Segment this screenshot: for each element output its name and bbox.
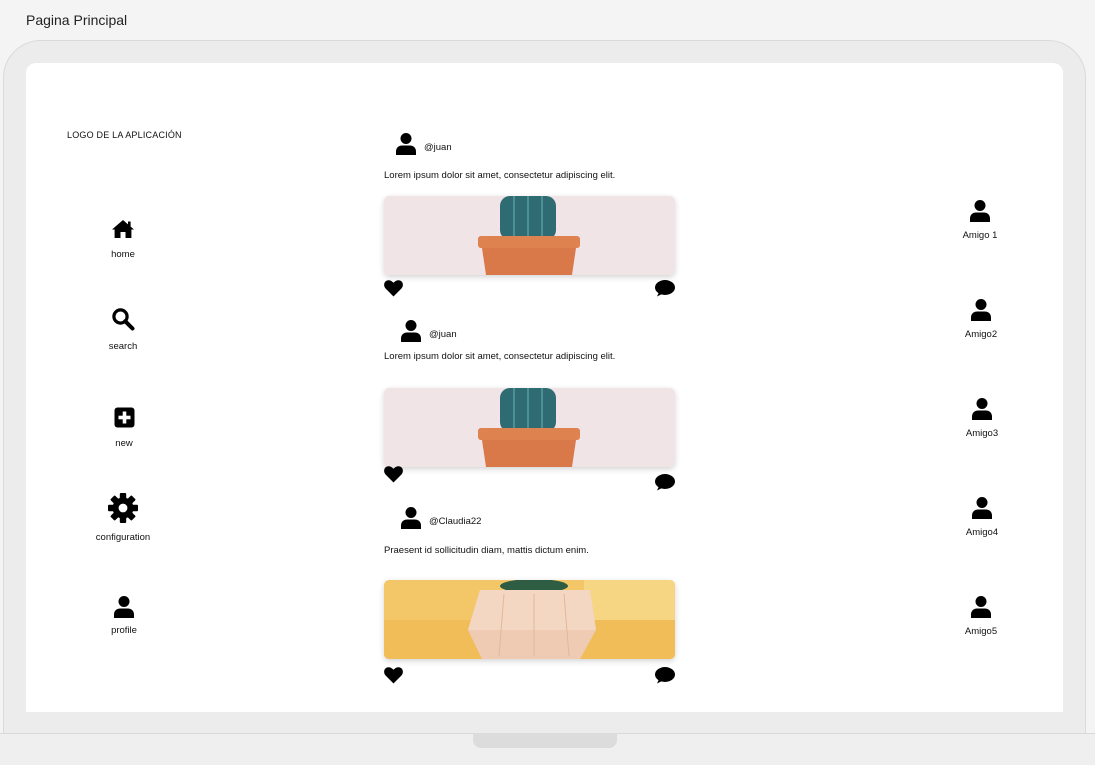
nav-home[interactable]: home	[63, 219, 183, 260]
search-icon	[112, 308, 135, 331]
post-username[interactable]: @juan	[429, 329, 457, 340]
home-icon	[112, 220, 134, 238]
post-header[interactable]: @juan	[401, 320, 457, 342]
nav-configuration-label: configuration	[95, 532, 151, 543]
friend-label: Amigo5	[964, 626, 998, 637]
avatar-icon	[396, 133, 416, 155]
post-header[interactable]: @Claudia22	[401, 507, 481, 529]
gear-icon	[108, 493, 138, 523]
user-icon	[972, 398, 992, 420]
post-image[interactable]	[384, 580, 675, 659]
friend-item[interactable]: Amigo5	[941, 596, 1021, 637]
cactus-image	[384, 196, 675, 275]
nav-search[interactable]: search	[63, 307, 183, 352]
comment-icon[interactable]	[655, 667, 675, 684]
post-username[interactable]: @juan	[424, 142, 452, 153]
post-text: Praesent id sollicitudin diam, mattis di…	[384, 545, 589, 556]
friend-item[interactable]: Amigo 1	[940, 200, 1020, 241]
avatar-icon	[401, 320, 421, 342]
comment-icon[interactable]	[655, 280, 675, 297]
nav-search-label: search	[108, 341, 138, 352]
like-heart-icon[interactable]	[384, 280, 403, 297]
friend-item[interactable]: Amigo3	[942, 398, 1022, 439]
cactus-image	[384, 388, 675, 467]
app-logo: LOGO DE LA APLICACIÓN	[67, 130, 182, 140]
user-icon	[971, 299, 991, 321]
post-image[interactable]	[384, 196, 675, 275]
page-title: Pagina Principal	[26, 12, 128, 28]
succulent-image	[384, 580, 675, 659]
avatar-icon	[401, 507, 421, 529]
friend-label: Amigo3	[965, 428, 999, 439]
plus-square-icon	[114, 407, 134, 428]
like-heart-icon[interactable]	[384, 667, 403, 684]
friend-label: Amigo 1	[962, 230, 998, 241]
user-icon	[970, 200, 990, 222]
nav-profile[interactable]: profile	[64, 596, 184, 636]
nav-configuration[interactable]: configuration	[63, 493, 183, 543]
friend-label: Amigo2	[964, 329, 998, 340]
nav-new[interactable]: new	[64, 407, 184, 449]
post-image[interactable]	[384, 388, 675, 467]
friend-item[interactable]: Amigo2	[941, 299, 1021, 340]
friend-label: Amigo4	[965, 527, 999, 538]
post-text: Lorem ipsum dolor sit amet, consectetur …	[384, 351, 616, 362]
laptop-notch	[473, 733, 617, 748]
user-icon	[114, 596, 134, 618]
nav-profile-label: profile	[111, 625, 137, 636]
post-text: Lorem ipsum dolor sit amet, consectetur …	[384, 170, 616, 181]
nav-home-label: home	[111, 249, 135, 260]
friend-item[interactable]: Amigo4	[942, 497, 1022, 538]
nav-new-label: new	[115, 438, 133, 449]
user-icon	[971, 596, 991, 618]
app-screen: LOGO DE LA APLICACIÓN home search new co…	[26, 63, 1063, 712]
user-icon	[972, 497, 992, 519]
post-header[interactable]: @juan	[396, 133, 452, 155]
post-username[interactable]: @Claudia22	[429, 516, 481, 527]
like-heart-icon[interactable]	[384, 466, 403, 483]
comment-icon[interactable]	[655, 474, 675, 491]
